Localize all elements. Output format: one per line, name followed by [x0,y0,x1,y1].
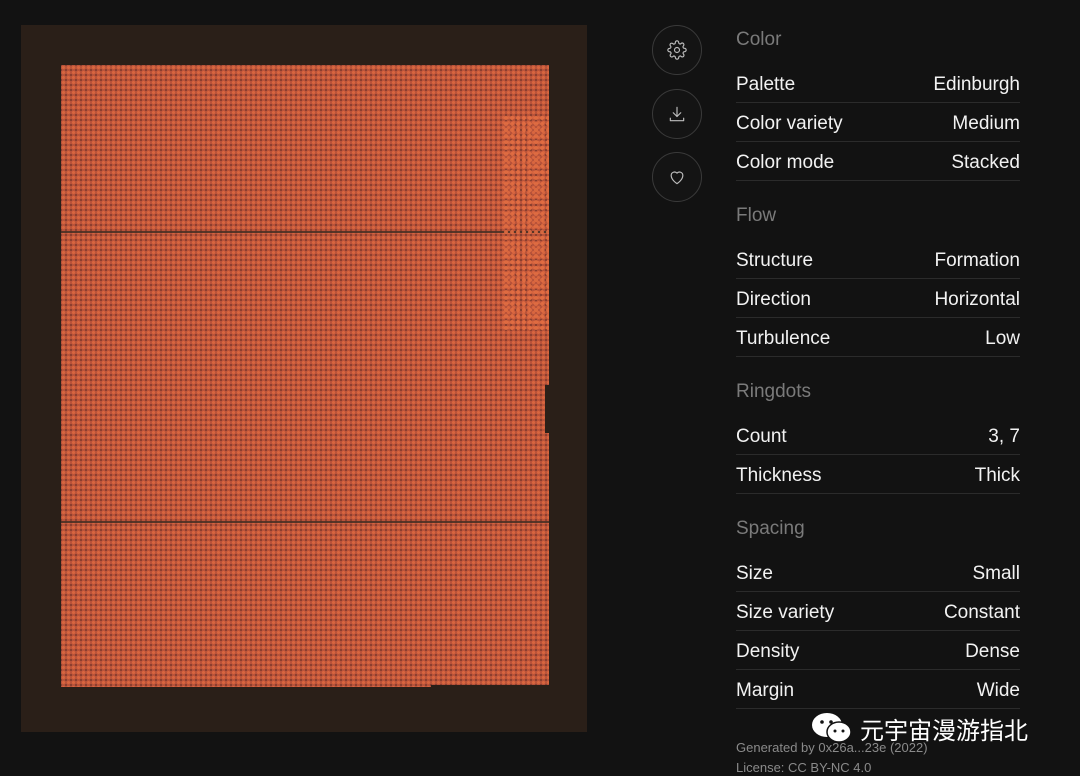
property-label: Margin [736,679,795,701]
flow-group: Flow Structure Formation Direction Horiz… [736,202,1020,357]
property-value: 3, 7 [988,425,1020,447]
download-icon [669,106,685,122]
property-value: Wide [976,679,1020,701]
property-row: Size variety Constant [736,593,1020,631]
wechat-icon [812,713,852,743]
property-value: Small [972,562,1020,584]
property-row: Thickness Thick [736,456,1020,494]
property-label: Palette [736,73,796,95]
property-value: Dense [965,640,1020,662]
property-label: Direction [736,288,811,310]
property-label: Size [736,562,773,584]
page: Color Palette Edinburgh Color variety Me… [0,0,1080,776]
property-label: Thickness [736,464,822,486]
artwork-seam [61,231,549,233]
artwork-notch [545,385,551,433]
favorite-button[interactable] [652,152,702,202]
property-value: Edinburgh [933,73,1020,95]
group-title: Spacing [736,518,805,539]
property-label: Structure [736,249,814,271]
spacing-group: Spacing Size Small Size variety Constant… [736,515,1020,709]
property-value: Medium [952,112,1020,134]
gear-icon [667,40,687,60]
property-row: Size Small [736,554,1020,592]
watermark-text: 元宇宙漫游指北 [860,717,1028,745]
artwork-edge [431,685,551,693]
property-row: Color mode Stacked [736,143,1020,181]
watermark: 元宇宙漫游指北 [810,710,1028,746]
property-value: Constant [943,601,1020,623]
property-label: Color mode [736,151,835,173]
artwork-turbulence [503,115,549,330]
group-title: Ringdots [736,381,811,402]
property-label: Count [736,425,787,447]
settings-button[interactable] [652,25,702,75]
property-row: Count 3, 7 [736,417,1020,455]
property-row: Color variety Medium [736,104,1020,142]
artwork-seam [61,521,549,523]
property-row: Turbulence Low [736,319,1020,357]
group-title: Flow [736,205,777,226]
property-value: Formation [934,249,1020,271]
property-row: Margin Wide [736,671,1020,709]
property-row: Density Dense [736,632,1020,670]
properties-panel: Color Palette Edinburgh Color variety Me… [736,26,1020,730]
property-value: Stacked [951,151,1020,173]
property-label: Size variety [736,601,835,623]
property-value: Low [985,327,1020,349]
property-row: Structure Formation [736,241,1020,279]
license-text: License: CC BY-NC 4.0 [736,760,872,775]
artwork-canvas [21,25,587,732]
property-label: Color variety [736,112,843,134]
property-value: Thick [974,464,1020,486]
download-button[interactable] [652,89,702,139]
artwork-dot-field [61,65,549,687]
color-group: Color Palette Edinburgh Color variety Me… [736,26,1020,181]
property-row: Palette Edinburgh [736,65,1020,103]
property-label: Turbulence [736,327,831,349]
property-label: Density [736,640,800,662]
property-row: Direction Horizontal [736,280,1020,318]
ringdots-group: Ringdots Count 3, 7 Thickness Thick [736,378,1020,494]
property-value: Horizontal [934,288,1020,310]
group-title: Color [736,29,782,50]
heart-icon [670,171,684,185]
